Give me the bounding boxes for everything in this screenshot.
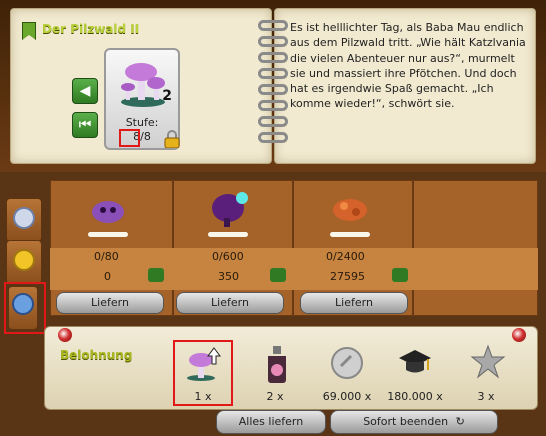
deliver-button[interactable]: Liefern (56, 292, 164, 314)
deliver-button[interactable]: Liefern (176, 292, 284, 314)
progress-bar (208, 232, 248, 237)
lock-icon (164, 130, 180, 148)
delivery-have: 0 (104, 270, 111, 283)
deliver-button[interactable]: Liefern (300, 292, 408, 314)
finish-now-label: Sofort beenden (363, 415, 449, 428)
reward-qty: 180.000 x (387, 390, 443, 403)
quest-story: Es ist helllichter Tag, als Baba Mau end… (290, 21, 526, 111)
rewind-icon: ⏮ (78, 117, 92, 133)
tab-highlight (4, 282, 46, 334)
tab-quest-1[interactable] (6, 198, 42, 242)
medal-gold-icon (13, 249, 35, 271)
delivery-progress: 0/80 (94, 250, 119, 263)
reward-qty: 69.000 x (322, 390, 372, 403)
arrow-left-icon: ◀ (79, 83, 91, 99)
delivery-progress: 0/600 (212, 250, 244, 263)
refresh-icon: ↻ (455, 415, 465, 428)
finish-now-button[interactable]: Sofort beenden ↻ (330, 410, 498, 434)
progress-bar (330, 232, 370, 237)
reward-qty: 2 x (266, 390, 284, 403)
item-count: 2 (162, 88, 172, 104)
star-icon (470, 344, 506, 379)
previous-button[interactable]: ◀ (72, 78, 98, 104)
quest-title: Der Pilzwald II (42, 22, 140, 36)
cart-icon (148, 268, 164, 282)
progress-row (50, 248, 538, 290)
purple-blob-icon (92, 201, 124, 223)
silver-coin-icon (331, 347, 363, 379)
graduation-cap-icon (399, 350, 431, 373)
first-button[interactable]: ⏮ (72, 112, 98, 138)
pin-icon (58, 328, 72, 342)
stufe-label: Stufe: (125, 116, 159, 129)
book-spine-rings (258, 14, 288, 158)
medal-silver-icon (13, 207, 35, 229)
deliver-all-button[interactable]: Alles liefern (216, 410, 326, 434)
mushroom-upgrade-icon (187, 347, 221, 381)
tab-quest-2[interactable] (6, 240, 42, 284)
cart-icon (392, 268, 408, 282)
reward-qty: 3 x (477, 390, 495, 403)
progress-bar (88, 232, 128, 237)
delivery-have: 27595 (330, 270, 365, 283)
delivery-have: 350 (218, 270, 239, 283)
stufe-max: 8 (143, 130, 151, 143)
potion-bottle-icon (268, 346, 286, 383)
reward-label: Belohnung (60, 348, 133, 362)
purple-tree-icon (212, 192, 248, 227)
reward-qty: 1 x (194, 390, 212, 403)
stufe-highlight (119, 129, 140, 147)
cart-icon (270, 268, 286, 282)
pin-icon (512, 328, 526, 342)
delivery-progress: 0/2400 (326, 250, 365, 263)
orange-rock-icon (333, 199, 367, 221)
